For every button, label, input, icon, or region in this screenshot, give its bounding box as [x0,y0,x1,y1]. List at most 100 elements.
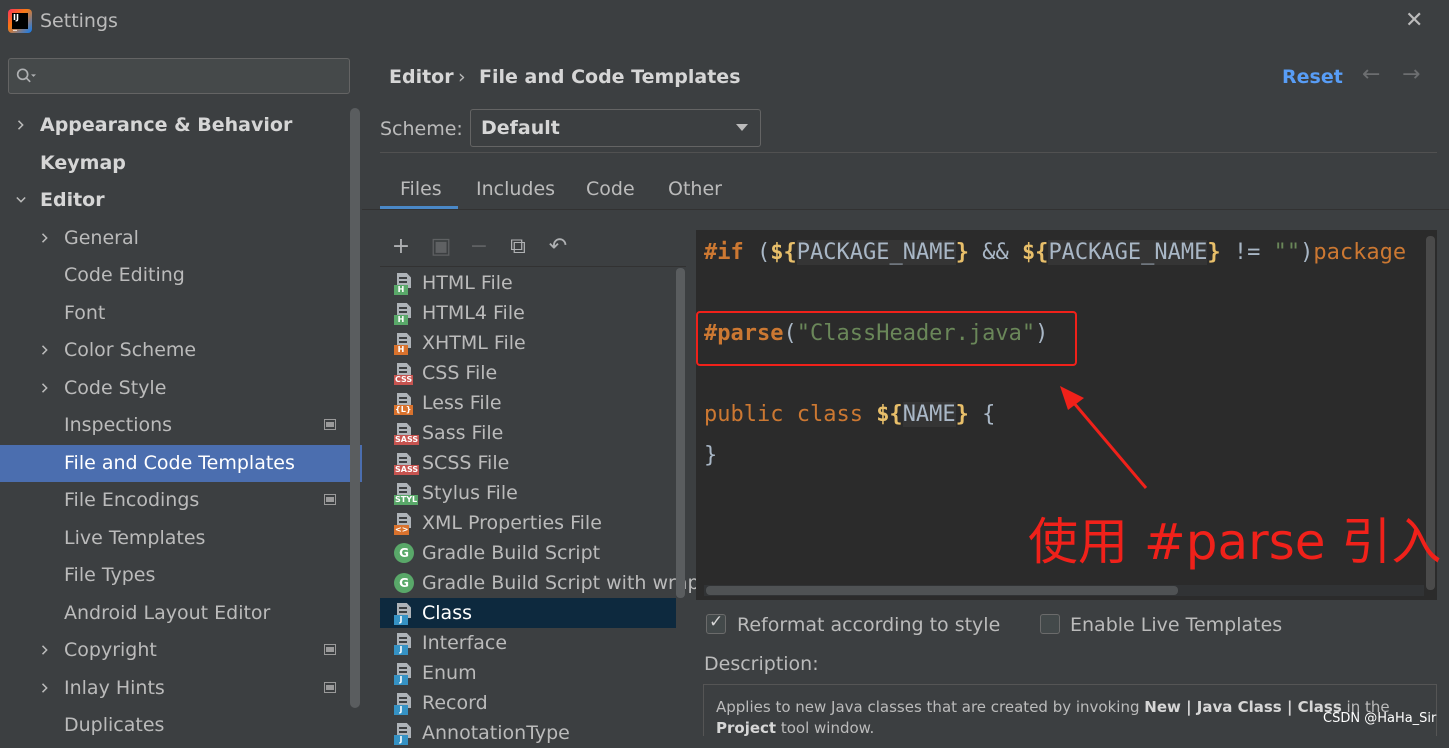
template-item-html-file[interactable]: H HTML File [380,268,676,298]
sidebar-item-live-templates[interactable]: Live Templates [0,520,362,557]
page-title: File and Code Templates [479,66,741,88]
arrow-right-icon[interactable]: → [1402,62,1420,87]
xml-file-icon: <> [394,513,416,535]
java-file-icon: J [394,723,416,745]
template-toolbar [380,230,686,264]
template-item-label: Class [422,602,472,624]
add-icon[interactable]: + [389,234,413,260]
sidebar-item-inlay-hints[interactable]: Inlay Hints [0,670,362,707]
arrow-left-icon[interactable]: ← [1362,62,1380,87]
template-item-enum[interactable]: J Enum [380,658,676,688]
template-item-label: Stylus File [422,482,518,504]
sidebar-item-label: Keymap [40,151,126,174]
template-item-label: Gradle Build Script with wrapp [422,572,712,594]
html-file-icon: H [394,303,416,325]
template-item-record[interactable]: J Record [380,688,676,718]
template-item-label: AnnotationType [422,722,570,744]
template-list-scrollbar[interactable] [676,268,685,598]
sidebar-item-label: Editor [40,189,105,211]
sidebar-item-label: Duplicates [64,714,165,736]
template-item-css-file[interactable]: CSS CSS File [380,358,676,388]
sidebar-item-label: Font [64,301,106,324]
sidebar-item-code-editing[interactable]: Code Editing [0,257,362,294]
template-item-gradle-build-script-with-wrapp[interactable]: G Gradle Build Script with wrapp [380,568,712,598]
annotation-highlight-box [696,311,1077,366]
project-scope-icon [324,419,336,430]
live-templates-label[interactable]: Enable Live Templates [1070,614,1282,636]
template-item-annotationtype[interactable]: J AnnotationType [380,718,676,748]
template-item-xml-properties-file[interactable]: <> XML Properties File [380,508,676,538]
chevron-right-icon[interactable] [40,232,50,243]
reset-link[interactable]: Reset [1282,66,1343,88]
sidebar-scrollbar[interactable] [350,108,360,708]
sidebar-item-general[interactable]: General [0,220,362,257]
sidebar-item-color-scheme[interactable]: Color Scheme [0,332,362,369]
template-item-label: Interface [422,632,508,654]
tab-includes[interactable]: Includes [476,178,555,200]
sidebar-item-code-style[interactable]: Code Style [0,370,362,407]
template-item-gradle-build-script[interactable]: G Gradle Build Script [380,538,676,568]
template-item-less-file[interactable]: {L} Less File [380,388,676,418]
sidebar-item-duplicates[interactable]: Duplicates [0,707,362,744]
project-scope-icon [324,644,336,655]
sidebar-item-font[interactable]: Font [0,295,362,332]
template-item-label: HTML File [422,272,513,294]
template-item-sass-file[interactable]: SASS Sass File [380,418,676,448]
sidebar-item-label: General [64,226,139,249]
template-item-interface[interactable]: J Interface [380,628,676,658]
java-file-icon: J [394,633,416,655]
sidebar-item-file-types[interactable]: File Types [0,557,362,594]
sidebar-item-file-and-code-templates[interactable]: File and Code Templates [0,444,362,482]
search-input[interactable] [8,58,350,94]
breadcrumb-parent[interactable]: Editor [389,66,454,88]
template-item-label: SCSS File [422,452,510,474]
copy-icon[interactable]: ⧉ [506,234,530,260]
description-label: Description: [704,653,819,675]
window-title: Settings [40,10,118,32]
template-item-xhtml-file[interactable]: H XHTML File [380,328,676,358]
chevron-right-icon[interactable] [16,120,26,130]
sidebar-item-label: Copyright [64,639,157,661]
tab-code[interactable]: Code [586,178,635,200]
template-item-stylus-file[interactable]: STYL Stylus File [380,478,676,508]
scss-file-icon: SASS [394,453,420,475]
sidebar-item-copyright[interactable]: Copyright [0,632,362,669]
chevron-down-icon[interactable] [16,195,26,205]
chevron-right-icon[interactable] [40,682,50,693]
divider [362,209,1449,210]
close-icon[interactable]: ✕ [1405,8,1423,33]
sidebar-item-label: Color Scheme [64,339,197,361]
sidebar-item-appearance-behavior[interactable]: Appearance & Behavior [0,107,362,144]
intellij-app-icon: IJ _ [8,9,32,33]
stylus-file-icon: STYL [394,483,419,505]
annotation-label: 使用 #parse 引入 [1028,513,1442,571]
sidebar-item-android-layout-editor[interactable]: Android Layout Editor [0,595,362,632]
create-child-template-icon[interactable]: ▣ [429,234,453,260]
tab-files[interactable]: Files [400,178,442,200]
chevron-down-icon [736,124,748,131]
template-item-label: XML Properties File [422,512,602,534]
annotation-arrow [1060,386,1148,489]
chevron-right-icon[interactable] [40,382,50,393]
remove-icon[interactable]: − [467,234,491,260]
template-item-class[interactable]: J Class [380,598,676,628]
tab-other[interactable]: Other [668,178,722,200]
template-item-label: Sass File [422,422,504,444]
sidebar-item-keymap[interactable]: Keymap [0,145,362,182]
scheme-label: Scheme: [380,118,463,140]
chevron-right-icon[interactable] [40,645,50,655]
sidebar-item-file-encodings[interactable]: File Encodings [0,482,362,519]
reset-to-default-icon[interactable]: ↶ [546,234,570,260]
breadcrumb-separator: › [458,66,466,88]
sidebar-item-inspections[interactable]: Inspections [0,407,362,444]
editor-horizontal-scrollbar[interactable] [706,586,1178,595]
java-file-icon: J [394,693,416,715]
template-item-scss-file[interactable]: SASS SCSS File [380,448,676,478]
live-templates-checkbox[interactable] [1040,614,1060,634]
java-file-icon: J [394,603,416,625]
sidebar-item-editor[interactable]: Editor [0,182,362,219]
template-item-html4-file[interactable]: H HTML4 File [380,298,676,328]
chevron-right-icon[interactable] [40,345,50,355]
sass-file-icon: SASS [394,423,420,445]
reformat-label[interactable]: Reformat according to style [737,614,1000,636]
